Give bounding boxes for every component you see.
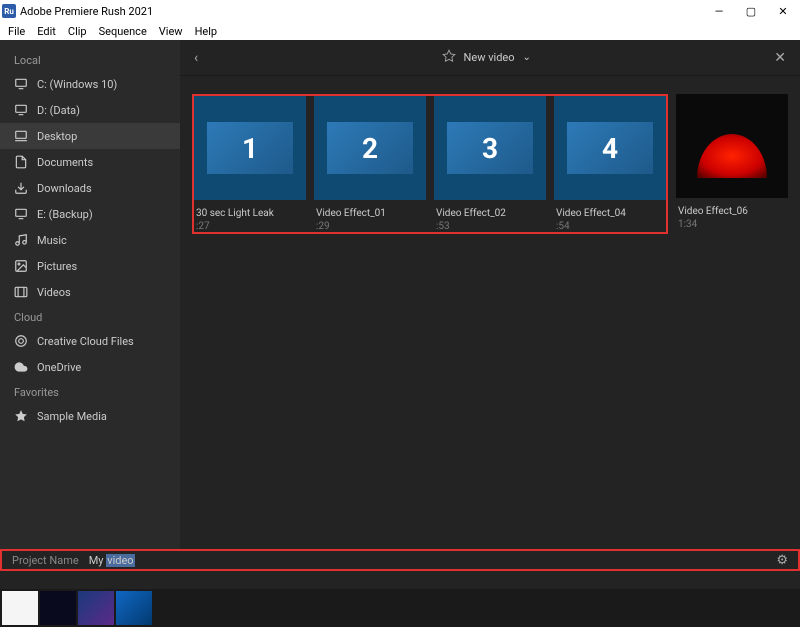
sidebar-item-label: OneDrive (37, 361, 81, 374)
media-duration: :54 (554, 221, 666, 232)
close-button[interactable]: ✕ (774, 50, 786, 66)
minimize-button[interactable]: — (712, 4, 726, 18)
project-bar: Project Name My video ⚙ (0, 549, 800, 571)
sidebar-item-downloads[interactable]: Downloads (0, 175, 180, 201)
media-item[interactable]: 2 Video Effect_01 :29 (314, 96, 426, 232)
maximize-button[interactable]: ▢ (744, 4, 758, 18)
thumbnail: 4 (554, 96, 666, 200)
media-label: Video Effect_02 (434, 208, 546, 219)
chevron-down-icon[interactable]: ⌄ (523, 52, 531, 63)
sidebar-item-label: Pictures (37, 260, 77, 273)
desktop-icon (14, 129, 28, 143)
sidebar-item-label: C: (Windows 10) (37, 78, 117, 91)
timeline-clip[interactable] (116, 591, 152, 625)
sidebar-section-local: Local (0, 48, 180, 71)
media-label: Video Effect_06 (676, 206, 788, 217)
monitor-icon (14, 103, 28, 117)
media-item[interactable]: 4 Video Effect_04 :54 (554, 96, 666, 232)
sidebar-item-music[interactable]: Music (0, 227, 180, 253)
star-icon (14, 409, 28, 423)
header-title[interactable]: New video (464, 51, 515, 64)
menu-view[interactable]: View (159, 25, 183, 38)
media-grid: 1 30 sec Light Leak :27 2 Video Effect_0… (180, 76, 800, 252)
menu-clip[interactable]: Clip (68, 25, 87, 38)
media-label: Video Effect_01 (314, 208, 426, 219)
media-duration: :27 (194, 221, 306, 232)
monitor-icon (14, 77, 28, 91)
sidebar-section-favorites: Favorites (0, 380, 180, 403)
cloud-icon (14, 360, 28, 374)
media-item[interactable]: 1 30 sec Light Leak :27 (194, 96, 306, 232)
download-icon (14, 181, 28, 195)
sidebar-item-onedrive[interactable]: OneDrive (0, 354, 180, 380)
sidebar-item-label: Desktop (37, 130, 77, 143)
timeline[interactable] (0, 589, 800, 627)
monitor-icon (14, 207, 28, 221)
app-title: Adobe Premiere Rush 2021 (20, 5, 153, 18)
sidebar-item-sample-media[interactable]: Sample Media (0, 403, 180, 429)
menu-help[interactable]: Help (195, 25, 218, 38)
media-item[interactable]: Video Effect_06 1:34 (676, 94, 788, 234)
timeline-clip[interactable] (40, 591, 76, 625)
media-label: Video Effect_04 (554, 208, 666, 219)
sidebar-item-label: E: (Backup) (37, 208, 93, 221)
thumbnail (676, 94, 788, 198)
thumbnail: 3 (434, 96, 546, 200)
music-icon (14, 233, 28, 247)
sidebar-item-d-drive[interactable]: D: (Data) (0, 97, 180, 123)
media-label: 30 sec Light Leak (194, 208, 306, 219)
sidebar: Local C: (Windows 10) D: (Data) Desktop … (0, 40, 180, 549)
media-duration: :53 (434, 221, 546, 232)
sidebar-item-label: D: (Data) (37, 104, 80, 117)
sidebar-section-cloud: Cloud (0, 305, 180, 328)
app-icon: Ru (2, 4, 16, 18)
sidebar-item-creative-cloud[interactable]: Creative Cloud Files (0, 328, 180, 354)
titlebar: Ru Adobe Premiere Rush 2021 — ▢ ✕ (0, 0, 800, 22)
media-duration: :29 (314, 221, 426, 232)
timeline-clip[interactable] (78, 591, 114, 625)
sidebar-item-pictures[interactable]: Pictures (0, 253, 180, 279)
star-outline-icon[interactable] (442, 49, 456, 66)
sidebar-item-desktop[interactable]: Desktop (0, 123, 180, 149)
gear-icon[interactable]: ⚙ (776, 553, 788, 568)
sidebar-item-videos[interactable]: Videos (0, 279, 180, 305)
cc-icon (14, 334, 28, 348)
video-icon (14, 285, 28, 299)
sidebar-item-label: Downloads (37, 182, 92, 195)
project-name-label: Project Name (12, 554, 79, 567)
thumbnail: 2 (314, 96, 426, 200)
menu-file[interactable]: File (8, 25, 25, 38)
close-window-button[interactable]: ✕ (776, 4, 790, 18)
picture-icon (14, 259, 28, 273)
document-icon (14, 155, 28, 169)
sidebar-item-c-drive[interactable]: C: (Windows 10) (0, 71, 180, 97)
project-name-input[interactable]: My video (89, 554, 135, 567)
media-duration: 1:34 (676, 219, 788, 230)
sidebar-item-documents[interactable]: Documents (0, 149, 180, 175)
media-item[interactable]: 3 Video Effect_02 :53 (434, 96, 546, 232)
timeline-clip[interactable] (2, 591, 38, 625)
sidebar-item-label: Music (37, 234, 67, 247)
menubar: File Edit Clip Sequence View Help (0, 22, 800, 40)
sidebar-item-e-drive[interactable]: E: (Backup) (0, 201, 180, 227)
sidebar-item-label: Videos (37, 286, 71, 299)
sidebar-item-label: Documents (37, 156, 93, 169)
menu-edit[interactable]: Edit (37, 25, 56, 38)
menu-sequence[interactable]: Sequence (99, 25, 147, 38)
content-panel: ‹ New video ⌄ ✕ 1 30 sec Light Leak :27 … (180, 40, 800, 549)
thumbnail: 1 (194, 96, 306, 200)
sidebar-item-label: Creative Cloud Files (37, 335, 134, 348)
sidebar-item-label: Sample Media (37, 410, 107, 423)
